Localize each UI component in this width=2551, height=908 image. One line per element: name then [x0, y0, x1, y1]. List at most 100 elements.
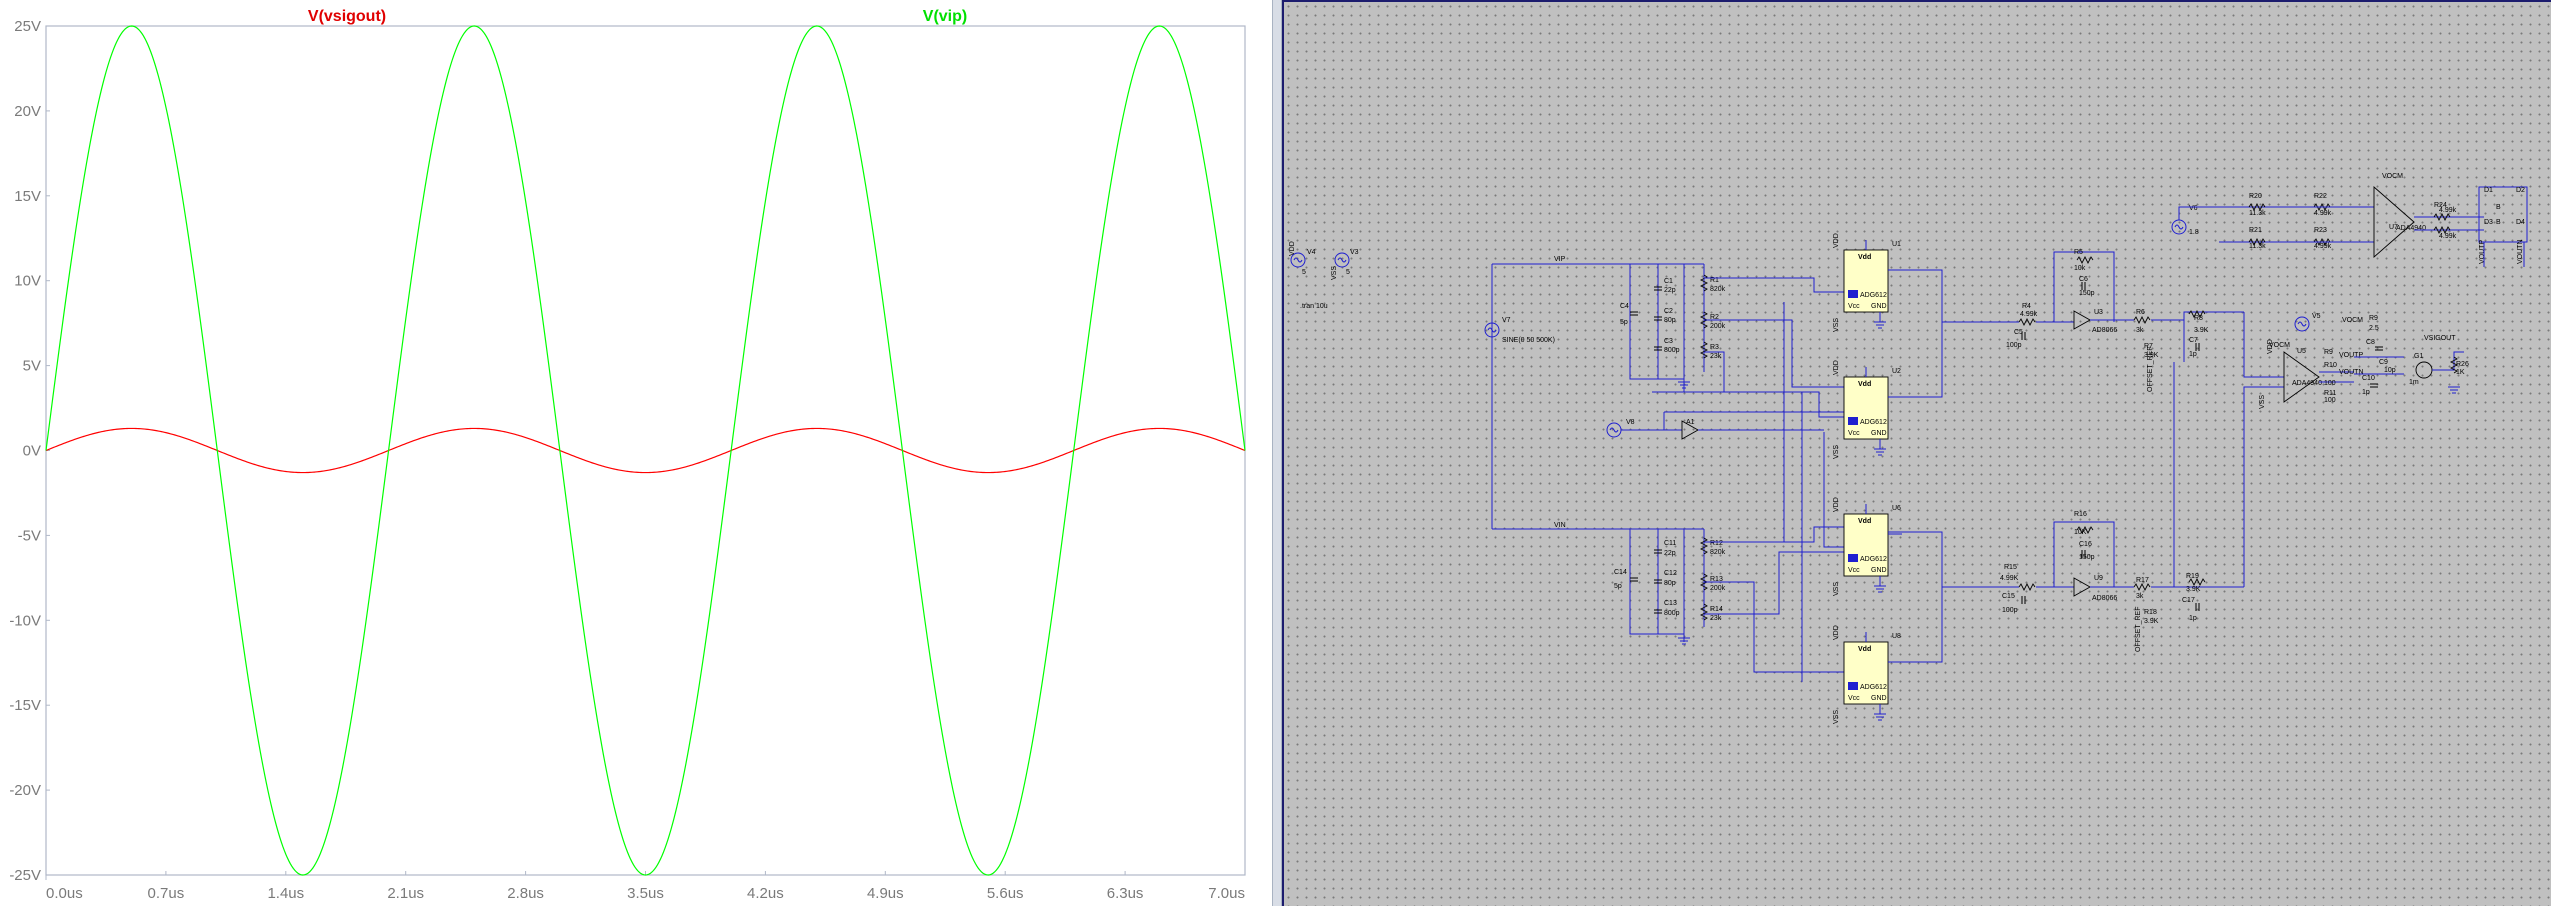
top-rc-bank[interactable]: C1 22p C2 80p C3 800p C4 5p R1 820k R2 2… [1620, 263, 1726, 389]
source-v7[interactable]: V7 SINE(0 50 500K) [1484, 264, 1555, 529]
bank-to-switch-wiring [1652, 277, 1844, 682]
svg-text:1m: 1m [2409, 379, 2419, 386]
svg-text:5p: 5p [1614, 583, 1622, 590]
switch-chip-u2[interactable]: Vdd U2 ADG612Vcc GND VDD VSS [1833, 360, 1902, 459]
svg-text:820k: 820k [1710, 286, 1726, 293]
svg-text:C9: C9 [2379, 359, 2388, 366]
y-tick-label: 25V [14, 18, 41, 35]
svg-text:80p: 80p [1664, 580, 1676, 587]
reference-stage[interactable]: V6 1.8 R20 11.3k R21 11.3k R22 4.99k R23… [2171, 173, 2528, 267]
schematic-canvas[interactable]: V4 5 VDD V3 5 VSS .tran 10u V7 SINE(0 50… [1284, 2, 2551, 908]
svg-text:ADG612: ADG612 [1860, 684, 1887, 691]
buffer-a1[interactable]: V8 A1 [1606, 411, 1844, 440]
svg-text:V7: V7 [1502, 317, 1511, 324]
pane-splitter[interactable] [1272, 0, 1282, 906]
trace-title-vsigout[interactable]: V(vsigout) [308, 8, 386, 25]
svg-text:11.3k: 11.3k [2249, 210, 2266, 217]
y-tick-label: -10V [9, 612, 41, 629]
svg-text:4.99k: 4.99k [2314, 243, 2332, 250]
switch-chip-u8[interactable]: Vdd U8 ADG612Vcc GND VDD VSS [1833, 625, 1902, 724]
waveform-plot[interactable]: V(vsigout) V(vip) 25V 20V 15V 10V 5V 0V -5V -10… [0, 0, 1272, 906]
svg-text:U6: U6 [1892, 505, 1901, 512]
bottom-rc-bank[interactable]: C11 22p C12 80p C13 800p C14 5p R12 820k… [1614, 528, 1726, 645]
svg-text:C1: C1 [1664, 278, 1673, 285]
svg-text:Vcc: Vcc [1848, 567, 1860, 574]
svg-text:R9: R9 [2369, 315, 2378, 322]
svg-text:C15: C15 [2002, 593, 2015, 600]
svg-text:100p: 100p [2006, 342, 2022, 349]
svg-text:VIN: VIN [1554, 522, 1566, 529]
plot-frame [45, 25, 1246, 876]
svg-text:C8: C8 [2366, 339, 2375, 346]
svg-text:VDD: VDD [1833, 360, 1840, 375]
x-tick-label: 0.7us [148, 885, 185, 902]
svg-text:VSIGOUT: VSIGOUT [2424, 335, 2456, 342]
y-tick-label: 20V [14, 103, 41, 120]
svg-text:3k: 3k [2136, 327, 2144, 334]
svg-text:R20: R20 [2249, 193, 2262, 200]
svg-text:U2: U2 [1892, 368, 1901, 375]
svg-text:D4: D4 [2516, 219, 2525, 226]
svg-text:R22: R22 [2314, 193, 2327, 200]
svg-text:R6: R6 [2136, 309, 2145, 316]
source-v4[interactable]: V4 5 VDD [1289, 241, 1316, 276]
svg-text:150p: 150p [2079, 290, 2095, 297]
tran-directive[interactable]: .tran 10u [1300, 303, 1328, 310]
svg-text:2.5: 2.5 [2369, 325, 2379, 332]
svg-text:820k: 820k [1710, 549, 1726, 556]
svg-text:R12: R12 [1710, 540, 1723, 547]
y-tick-label: 5V [23, 358, 41, 375]
svg-text:R9: R9 [2324, 349, 2333, 356]
schematic-editor[interactable]: V4 5 VDD V3 5 VSS .tran 10u V7 SINE(0 50… [1282, 0, 2551, 906]
svg-text:VSS: VSS [1833, 318, 1840, 332]
svg-text:C17: C17 [2182, 597, 2195, 604]
x-tick-label: 2.1us [387, 885, 424, 902]
svg-text:VOCM: VOCM [2342, 317, 2363, 324]
net-vip[interactable]: VIP [1492, 256, 1630, 265]
svg-text:Vdd: Vdd [1858, 646, 1871, 653]
svg-text:AD8066: AD8066 [2092, 595, 2117, 602]
svg-text:C14: C14 [1614, 569, 1627, 576]
svg-text:23k: 23k [1710, 615, 1722, 622]
svg-text:ADA4940: ADA4940 [2292, 380, 2322, 387]
svg-text:C10: C10 [2362, 375, 2375, 382]
svg-text:ADG612: ADG612 [1860, 556, 1887, 563]
svg-text:3.9K: 3.9K [2186, 586, 2201, 593]
svg-text:VDD: VDD [1833, 497, 1840, 512]
waveform-viewer[interactable]: V(vsigout) V(vip) 25V 20V 15V 10V 5V 0V -5V -10… [0, 0, 1272, 906]
x-tick-label: 3.5us [627, 885, 664, 902]
svg-text:3.9K: 3.9K [2194, 327, 2209, 334]
trace-title-vip[interactable]: V(vip) [923, 8, 967, 25]
svg-text:VOUTN: VOUTN [2517, 240, 2524, 265]
svg-text:R26: R26 [2456, 361, 2469, 368]
bottom-filter-stage[interactable]: R15 4.99K C15 100p R16 10K C16 150p U9 A… [2000, 346, 2244, 652]
switch-chip-u1[interactable]: Vdd U1 ADG612Vcc GND VDD VSS [1833, 233, 1902, 332]
output-stage[interactable]: VOUTP VOUTN C8 C9 10p C10 1p G1 1m VSIGO… [2339, 335, 2469, 396]
svg-text:4.99k: 4.99k [2314, 210, 2332, 217]
svg-text:5p: 5p [1620, 319, 1628, 326]
svg-text:U8: U8 [1892, 633, 1901, 640]
svg-text:C5: C5 [2014, 329, 2023, 336]
x-tick-label: 1.4us [267, 885, 304, 902]
source-v3[interactable]: V3 5 VSS [1331, 249, 1359, 280]
net-vin[interactable]: VIN [1492, 522, 1630, 530]
svg-text:VSS: VSS [1331, 266, 1338, 280]
svg-text:22p: 22p [1664, 550, 1676, 557]
svg-text:4.99k: 4.99k [2020, 311, 2038, 318]
svg-text:GND: GND [1871, 430, 1887, 437]
svg-text:3k: 3k [2136, 593, 2144, 600]
svg-text:C6: C6 [2079, 276, 2088, 283]
svg-text:100p: 100p [2002, 607, 2018, 614]
svg-text:VSS: VSS [1833, 710, 1840, 724]
source-v5[interactable]: V5 [2294, 313, 2321, 332]
svg-text:R19: R19 [2186, 573, 2199, 580]
svg-text:1p: 1p [2362, 389, 2370, 396]
svg-text:VOUTP: VOUTP [2339, 352, 2363, 359]
svg-text:1.8: 1.8 [2189, 229, 2199, 236]
top-filter-stage[interactable]: R4 4.99k C5 100p R5 10k C6 150p U3 AD806… [2004, 249, 2244, 362]
svg-text:ADG612: ADG612 [1860, 419, 1887, 426]
svg-text:U3: U3 [2094, 309, 2103, 316]
x-tick-label: 2.8us [507, 885, 544, 902]
svg-text:VDD: VDD [1289, 241, 1296, 256]
switch-output-wiring [1888, 269, 2004, 663]
